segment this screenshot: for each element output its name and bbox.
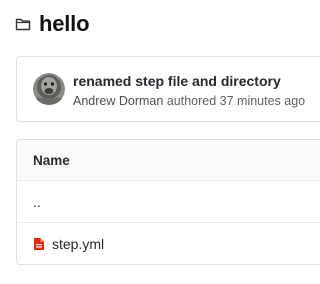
folder-icon	[15, 17, 31, 31]
commit-time: 37 minutes ago	[219, 94, 306, 108]
commit-action: authored	[166, 94, 217, 108]
title-row: hello	[15, 9, 90, 39]
last-commit-card: renamed step file and directory Andrew D…	[16, 56, 320, 122]
commit-meta: Andrew Dorman authored 37 minutes ago	[73, 94, 305, 108]
page: hello renamed step file and directory An…	[0, 0, 320, 284]
table-header-name: Name	[17, 140, 320, 181]
files-table: Name .. step.yml	[16, 139, 320, 265]
file-icon	[33, 237, 45, 251]
page-title: hello	[39, 11, 90, 36]
avatar[interactable]	[33, 73, 65, 105]
table-row-parent[interactable]: ..	[17, 181, 320, 223]
commit-message-link[interactable]: renamed step file and directory	[73, 73, 281, 89]
table-row-file[interactable]: step.yml	[17, 223, 320, 264]
file-name-link[interactable]: step.yml	[52, 236, 104, 252]
parent-dir-link[interactable]: ..	[33, 194, 41, 210]
commit-author-link[interactable]: Andrew Dorman	[73, 94, 163, 108]
